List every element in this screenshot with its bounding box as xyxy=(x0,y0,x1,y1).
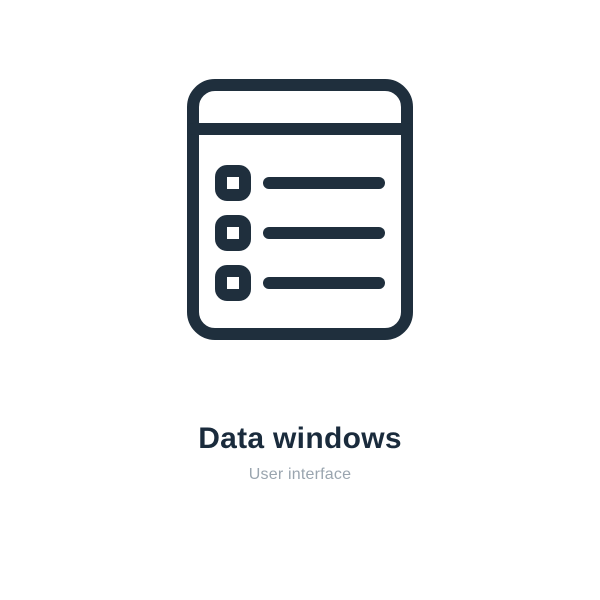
icon-category: User interface xyxy=(249,466,351,484)
data-windows-icon xyxy=(185,77,415,342)
icon-title: Data windows xyxy=(198,422,402,456)
